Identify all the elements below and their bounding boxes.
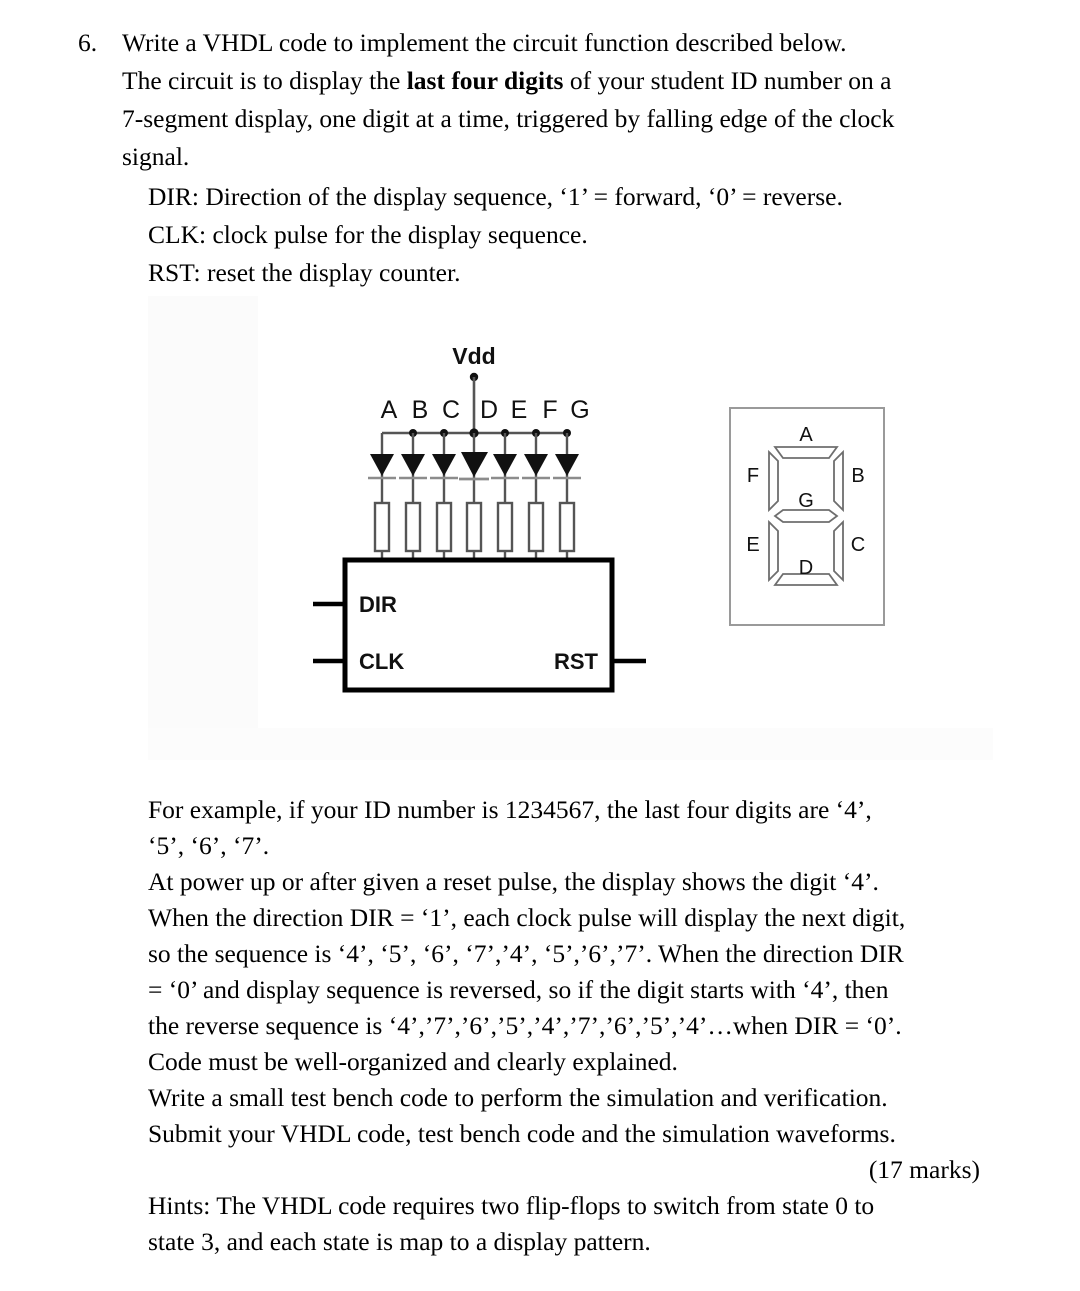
last-four-digits-emphasis: last four digits (406, 66, 564, 95)
segment-label-a: A (381, 396, 398, 424)
seven-segment-c (833, 519, 844, 583)
intro-line-2-pre: The circuit is to display the (122, 66, 407, 95)
led-branch-d (459, 433, 489, 560)
intro-line-3: 7-segment display, one digit at a time, … (122, 104, 895, 133)
question-block: 6. Write a VHDL code to implement the ci… (78, 24, 978, 292)
segment-label-c: C (442, 396, 460, 424)
submit-line: Submit your VHDL code, test bench code a… (148, 1119, 896, 1148)
seven-segment-f (768, 449, 779, 513)
intro-line-2-post: of your student ID number on a (563, 66, 892, 95)
circuit-schematic: Vdd A B C D E F G DIR CLK RST A F B G E … (313, 343, 885, 693)
resistor-d-icon (465, 501, 483, 553)
seven-segment-label-d: D (799, 557, 813, 579)
forward-sequence-line-1: When the direction DIR = ‘1’, each clock… (148, 903, 906, 932)
signal-definition-clk: CLK: clock pulse for the display sequenc… (148, 220, 588, 249)
seven-segment-label-b: B (851, 465, 864, 487)
intro-line-2: The circuit is to display the last four … (122, 62, 978, 100)
led-branch-e (491, 433, 519, 560)
reverse-sequence-line-1: = ‘0’ and display sequence is reversed, … (148, 975, 889, 1004)
diode-f-icon (524, 454, 548, 476)
circuit-figure: Vdd A B C D E F G DIR CLK RST A F B G E … (0, 288, 1080, 768)
seven-segment-label-e: E (746, 534, 759, 556)
powerup-line: At power up or after given a reset pulse… (148, 867, 879, 896)
seven-segment-a (773, 446, 839, 459)
led-branch-a (368, 433, 396, 560)
reverse-sequence-line-2: the reverse sequence is ‘4’,’7’,’6’,’5’,… (148, 1011, 902, 1040)
segment-label-b: B (412, 396, 429, 424)
diode-c-icon (432, 454, 456, 476)
resistor-f-icon (527, 501, 545, 553)
seven-segment-b (833, 449, 844, 513)
led-branch-g (553, 433, 581, 560)
document-page: 6. Write a VHDL code to implement the ci… (0, 0, 1080, 1291)
resistor-c-icon (435, 501, 453, 553)
resistor-e-icon (496, 501, 514, 553)
seven-segment-label-c: C (851, 534, 865, 556)
diode-d-icon (461, 452, 488, 477)
segment-label-d: D (480, 396, 498, 424)
intro-line-1: Write a VHDL code to implement the circu… (122, 28, 847, 57)
led-branch-c (430, 433, 458, 560)
signal-definition-rst: RST: reset the display counter. (148, 258, 461, 287)
segment-label-e: E (511, 396, 528, 424)
diode-b-icon (401, 454, 425, 476)
question-intro: Write a VHDL code to implement the circu… (122, 24, 978, 292)
chip-pin-label-dir: DIR (359, 592, 397, 617)
question-number: 6. (78, 28, 98, 57)
led-branch-f (522, 433, 550, 560)
example-line-2: ‘5’, ‘6’, ‘7’. (148, 831, 270, 860)
vdd-label: Vdd (452, 343, 495, 369)
hints-line-1: Hints: The VHDL code requires two flip-f… (148, 1191, 875, 1220)
intro-line-4: signal. (122, 142, 190, 171)
organized-code-line: Code must be well-organized and clearly … (148, 1047, 678, 1076)
diode-g-icon (555, 454, 579, 476)
seven-segment-label-g: G (798, 490, 814, 512)
resistor-a-icon (373, 501, 391, 553)
resistor-g-icon (558, 501, 576, 553)
led-branch-b (399, 433, 427, 560)
explanation-block: For example, if your ID number is 123456… (148, 792, 980, 1260)
signal-definition-dir: DIR: Direction of the display sequence, … (148, 182, 843, 211)
diode-a-icon (370, 454, 394, 476)
hints-line-2: state 3, and each state is map to a disp… (148, 1227, 651, 1256)
diode-e-icon (493, 454, 517, 476)
seven-segment-label-f: F (747, 465, 759, 487)
segment-label-group: A B C D E F G (381, 396, 590, 424)
seven-segment-label-a: A (799, 424, 813, 446)
marks-label: (17 marks) (868, 1155, 980, 1184)
forward-sequence-line-2: so the sequence is ‘4’, ‘5’, ‘6’, ‘7’,’4… (148, 939, 904, 968)
segment-label-f: F (542, 396, 557, 424)
chip-pin-label-rst: RST (554, 649, 599, 674)
testbench-line: Write a small test bench code to perform… (148, 1083, 888, 1112)
seven-segment-e (768, 519, 779, 583)
chip-pin-label-clk: CLK (359, 649, 404, 674)
example-line-1: For example, if your ID number is 123456… (148, 795, 872, 824)
signal-definition-list: DIR: Direction of the display sequence, … (122, 178, 978, 292)
segment-label-g: G (570, 396, 589, 424)
resistor-b-icon (404, 501, 422, 553)
